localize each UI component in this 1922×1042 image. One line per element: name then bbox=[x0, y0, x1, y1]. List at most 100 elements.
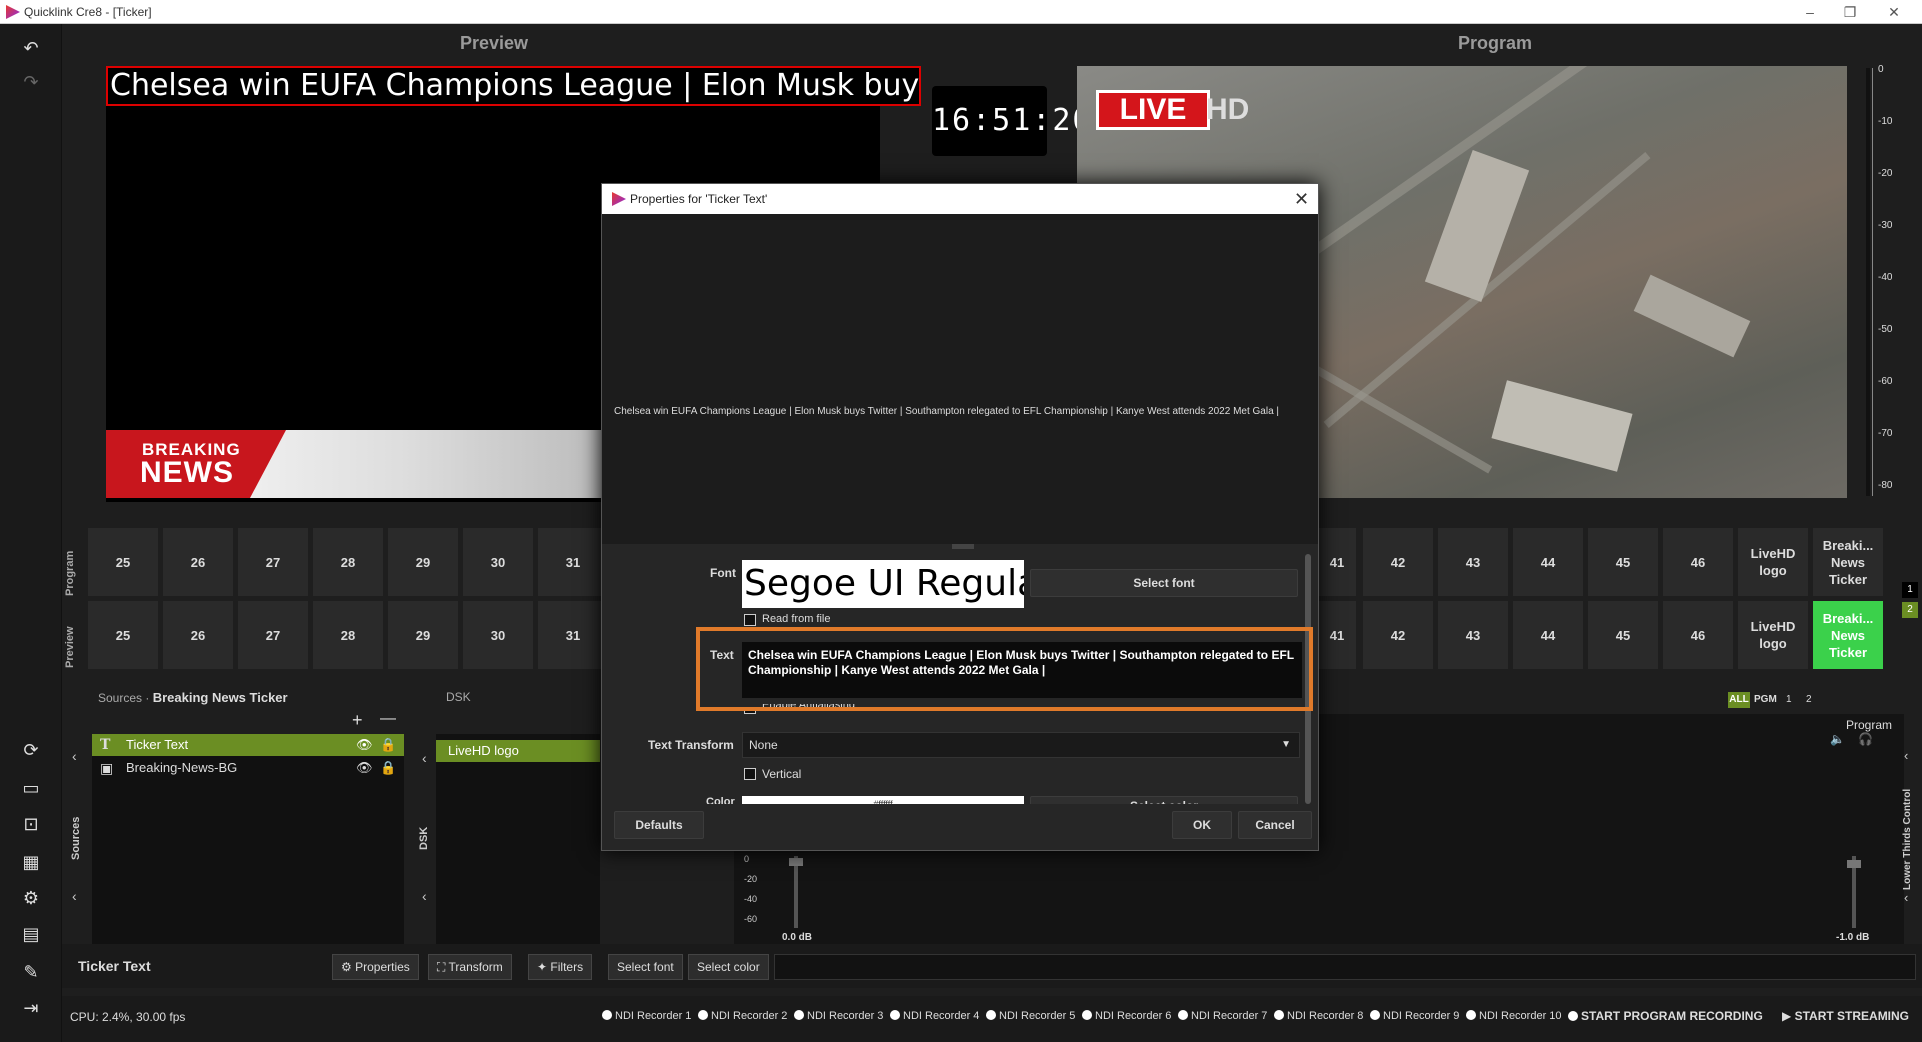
add-source-button[interactable]: + bbox=[352, 710, 363, 731]
ndi-recorder-10[interactable]: NDI Recorder 10 bbox=[1466, 1010, 1562, 1022]
gear-icon[interactable]: ⚙ bbox=[19, 886, 43, 910]
grid-cell[interactable]: 27 bbox=[238, 528, 308, 596]
screen-icon[interactable]: ⊡ bbox=[19, 812, 43, 836]
chevron-left-icon[interactable]: ‹ bbox=[422, 888, 427, 904]
grid-cell[interactable]: 31 bbox=[538, 528, 608, 596]
grid-cell[interactable]: 30 bbox=[463, 601, 533, 669]
meter-tick: -40 bbox=[1878, 272, 1893, 283]
filter-all-button[interactable]: ALL bbox=[1728, 692, 1750, 708]
grid-cell-breaking-news-ticker-active[interactable]: Breaki... News Ticker bbox=[1813, 601, 1883, 669]
lock-icon[interactable]: 🔒 bbox=[380, 734, 396, 756]
vertical-checkbox[interactable] bbox=[744, 768, 756, 780]
dialog-close-icon[interactable]: ✕ bbox=[1294, 189, 1309, 210]
text-transform-select[interactable]: None ▼ bbox=[742, 732, 1300, 758]
properties-button[interactable]: ⚙ Properties bbox=[332, 954, 419, 980]
speaker-icon[interactable]: 🔈 bbox=[1830, 732, 1845, 746]
ndi-recorder-6[interactable]: NDI Recorder 6 bbox=[1082, 1010, 1171, 1022]
start-streaming-button[interactable]: ▶ START STREAMING bbox=[1782, 1009, 1909, 1023]
grid-cell[interactable]: 29 bbox=[388, 601, 458, 669]
remove-source-button[interactable]: — bbox=[380, 710, 396, 728]
grid-cell[interactable]: 46 bbox=[1663, 601, 1733, 669]
grid-cell[interactable]: 45 bbox=[1588, 528, 1658, 596]
filter-1-button[interactable]: 1 bbox=[1786, 692, 1792, 708]
chevron-left-icon[interactable]: ‹ bbox=[72, 748, 77, 764]
undo-icon[interactable]: ↶ bbox=[19, 36, 43, 60]
grid-cell-livehd-logo[interactable]: LiveHD logo bbox=[1738, 601, 1808, 669]
grid-cell-livehd-logo[interactable]: LiveHD logo bbox=[1738, 528, 1808, 596]
select-color-button[interactable]: Select color bbox=[688, 954, 769, 980]
filter-pgm-button[interactable]: PGM bbox=[1754, 692, 1777, 708]
grid-cell[interactable]: 44 bbox=[1513, 601, 1583, 669]
ndi-recorder-9[interactable]: NDI Recorder 9 bbox=[1370, 1010, 1459, 1022]
lock-icon[interactable]: 🔒 bbox=[380, 757, 396, 779]
grid-cell[interactable]: 41 bbox=[1318, 601, 1356, 669]
ok-button[interactable]: OK bbox=[1172, 811, 1232, 839]
grid-cell[interactable]: 46 bbox=[1663, 528, 1733, 596]
visibility-eye-icon[interactable]: 👁 bbox=[356, 757, 373, 779]
ndi-recorder-7[interactable]: NDI Recorder 7 bbox=[1178, 1010, 1267, 1022]
grid-cell[interactable]: 42 bbox=[1363, 528, 1433, 596]
grid-cell[interactable]: 31 bbox=[538, 601, 608, 669]
ticker-text-overlay[interactable]: Chelsea win EUFA Champions League | Elon… bbox=[106, 66, 921, 106]
grid-cell[interactable]: 25 bbox=[88, 528, 158, 596]
source-item-breaking-news-bg[interactable]: ▣ Breaking-News-BG 👁 🔒 bbox=[92, 757, 404, 779]
cancel-button[interactable]: Cancel bbox=[1238, 811, 1312, 839]
minimize-button[interactable]: – bbox=[1796, 2, 1824, 22]
preview-row-label: Preview bbox=[64, 626, 76, 668]
grid-icon[interactable]: ▦ bbox=[19, 850, 43, 874]
tools-icon[interactable]: ✎ bbox=[19, 960, 43, 984]
start-program-recording-button[interactable]: START PROGRAM RECORDING bbox=[1568, 1009, 1763, 1023]
chevron-left-icon[interactable]: ‹ bbox=[422, 750, 427, 766]
page-1-button[interactable]: 1 bbox=[1902, 582, 1918, 598]
ndi-recorder-5[interactable]: NDI Recorder 5 bbox=[986, 1010, 1075, 1022]
defaults-button[interactable]: Defaults bbox=[614, 811, 704, 839]
grid-cell[interactable]: 26 bbox=[163, 528, 233, 596]
page-2-button[interactable]: 2 bbox=[1902, 602, 1918, 618]
select-font-button[interactable]: Select font bbox=[608, 954, 683, 980]
ndi-recorder-8[interactable]: NDI Recorder 8 bbox=[1274, 1010, 1363, 1022]
filters-button[interactable]: ✦ Filters bbox=[528, 954, 593, 980]
headphones-icon[interactable]: 🎧 bbox=[1858, 732, 1873, 746]
grid-cell[interactable]: 29 bbox=[388, 528, 458, 596]
grid-cell-breaking-news-ticker[interactable]: Breaki... News Ticker bbox=[1813, 528, 1883, 596]
ndi-recorder-2[interactable]: NDI Recorder 2 bbox=[698, 1010, 787, 1022]
grid-cell[interactable]: 28 bbox=[313, 528, 383, 596]
audio-fader-knob[interactable] bbox=[789, 858, 803, 866]
folder-icon[interactable]: ▤ bbox=[19, 922, 43, 946]
grid-cell[interactable]: 45 bbox=[1588, 601, 1658, 669]
monitor-icon[interactable]: ▭ bbox=[19, 776, 43, 800]
grid-cell[interactable]: 44 bbox=[1513, 528, 1583, 596]
grid-cell[interactable]: 26 bbox=[163, 601, 233, 669]
grid-cell[interactable]: 43 bbox=[1438, 601, 1508, 669]
redo-icon[interactable]: ↷ bbox=[19, 70, 43, 94]
dialog-preview: Chelsea win EUFA Champions League | Elon… bbox=[602, 214, 1318, 544]
chevron-left-icon[interactable]: ‹ bbox=[1904, 748, 1908, 763]
grid-cell[interactable]: 27 bbox=[238, 601, 308, 669]
grid-cell[interactable]: 30 bbox=[463, 528, 533, 596]
filter-2-button[interactable]: 2 bbox=[1806, 692, 1812, 708]
visibility-eye-icon[interactable]: 👁 bbox=[356, 734, 373, 756]
grid-cell[interactable]: 43 bbox=[1438, 528, 1508, 596]
read-from-file-checkbox[interactable] bbox=[744, 614, 756, 626]
ndi-recorder-1[interactable]: NDI Recorder 1 bbox=[602, 1010, 691, 1022]
program-fader-knob[interactable] bbox=[1847, 860, 1861, 868]
lower-thirds-control-tab[interactable]: Lower Thirds Control bbox=[1902, 770, 1913, 890]
audio-tick: 0 bbox=[744, 854, 750, 864]
ndi-recorder-4[interactable]: NDI Recorder 4 bbox=[890, 1010, 979, 1022]
exit-icon[interactable]: ⇥ bbox=[19, 996, 43, 1020]
dsk-item-livehd-logo[interactable]: LiveHD logo bbox=[436, 740, 600, 762]
ndi-recorder-3[interactable]: NDI Recorder 3 bbox=[794, 1010, 883, 1022]
chevron-left-icon[interactable]: ‹ bbox=[1904, 890, 1908, 905]
grid-cell[interactable]: 42 bbox=[1363, 601, 1433, 669]
close-window-button[interactable]: ✕ bbox=[1880, 2, 1908, 22]
splitter-handle[interactable] bbox=[952, 544, 974, 549]
grid-cell[interactable]: 41 bbox=[1318, 528, 1356, 596]
chevron-left-icon[interactable]: ‹ bbox=[72, 888, 77, 904]
grid-cell[interactable]: 28 bbox=[313, 601, 383, 669]
grid-cell[interactable]: 25 bbox=[88, 601, 158, 669]
transform-button[interactable]: ⛶ Transform bbox=[428, 954, 512, 980]
select-font-button[interactable]: Select font bbox=[1030, 569, 1298, 597]
refresh-icon[interactable]: ⟳ bbox=[19, 738, 43, 762]
maximize-button[interactable]: ❐ bbox=[1836, 2, 1864, 22]
source-item-ticker-text[interactable]: T Ticker Text 👁 🔒 bbox=[92, 734, 404, 756]
